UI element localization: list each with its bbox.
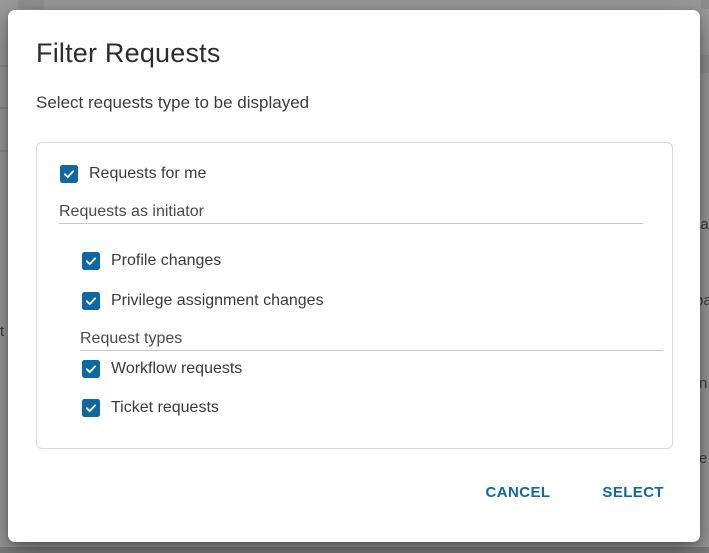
background-band [701,55,709,73]
cancel-button[interactable]: CANCEL [474,476,563,509]
dialog-actions: CANCEL SELECT [474,476,676,509]
checkbox-row-requests-for-me[interactable]: Requests for me [60,164,206,183]
background-text-fragment: n [699,375,707,392]
dialog-subtitle: Select requests type to be displayed [36,93,309,113]
filter-requests-dialog: Filter Requests Select requests type to … [8,10,700,542]
background-row-line [0,150,8,152]
checkbox-checked-icon[interactable] [82,252,100,270]
checkbox-label: Workflow requests [111,359,242,378]
checkbox-label: Ticket requests [111,398,219,417]
checkbox-row-ticket-requests[interactable]: Ticket requests [82,398,219,417]
section-label-requests-as-initiator: Requests as initiator [59,201,643,224]
background-row-line [0,107,8,109]
background-text-fragment: e [699,450,707,467]
background-text-fragment: t [0,323,4,340]
checkbox-label: Profile changes [111,251,221,270]
checkbox-checked-icon[interactable] [60,165,78,183]
background-footer-band [0,547,709,553]
background-band [18,0,44,9]
dialog-title: Filter Requests [36,38,221,69]
section-label-request-types: Request types [80,328,663,351]
background-row-line [0,65,8,67]
checkbox-checked-icon[interactable] [82,399,100,417]
checkbox-row-privilege-assignment-changes[interactable]: Privilege assignment changes [82,291,324,310]
checkbox-checked-icon[interactable] [82,360,100,378]
filter-options-panel: Requests for me Requests as initiator Pr… [36,142,673,449]
checkbox-label: Requests for me [89,164,206,183]
checkbox-label: Privilege assignment changes [111,291,324,310]
select-button[interactable]: SELECT [590,476,676,509]
checkbox-row-workflow-requests[interactable]: Workflow requests [82,359,242,378]
checkbox-checked-icon[interactable] [82,292,100,310]
background-band [701,0,709,9]
checkbox-row-profile-changes[interactable]: Profile changes [82,251,221,270]
